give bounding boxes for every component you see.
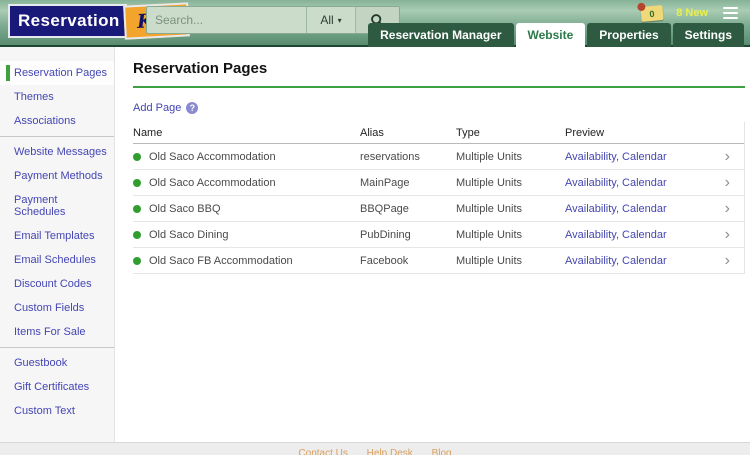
status-dot-icon — [133, 153, 141, 161]
chevron-right-icon[interactable]: › — [725, 175, 730, 191]
status-dot-icon — [133, 231, 141, 239]
add-page-row: Add Page ? — [133, 102, 745, 114]
preview-availability-link[interactable]: Availability, — [565, 151, 619, 163]
header-utilities: 0 8 New — [641, 5, 740, 21]
sidebar-item-custom-fields[interactable]: Custom Fields — [0, 296, 114, 320]
table-row[interactable]: Old Saco Dining PubDining Multiple Units… — [133, 222, 744, 248]
primary-tabs: Reservation Manager Website Properties S… — [368, 23, 744, 47]
page-type: Multiple Units — [456, 177, 565, 189]
app-window: Reservation Key All ▾ 0 8 New — [0, 0, 750, 455]
notes-count: 0 — [649, 8, 655, 18]
page-type: Multiple Units — [456, 203, 565, 215]
column-header-type: Type — [456, 127, 565, 139]
page-name: Old Saco Accommodation — [149, 177, 276, 189]
menu-icon[interactable] — [721, 5, 740, 21]
tab-website[interactable]: Website — [516, 23, 586, 47]
page-type: Multiple Units — [456, 255, 565, 267]
sidebar-divider — [0, 136, 114, 137]
search-bar: All ▾ — [146, 6, 400, 34]
status-dot-icon — [133, 205, 141, 213]
search-scope-label: All — [320, 13, 333, 27]
page-type: Multiple Units — [456, 151, 565, 163]
sidebar-item-website-messages[interactable]: Website Messages — [0, 140, 114, 164]
page-name: Old Saco FB Accommodation — [149, 255, 293, 267]
reservation-pages-table: Name Alias Type Preview Old Saco Accommo… — [133, 122, 745, 274]
footer-blog-link[interactable]: Blog — [432, 448, 452, 455]
page-title: Reservation Pages — [133, 60, 745, 77]
page-alias: PubDining — [360, 229, 456, 241]
status-dot-icon — [133, 179, 141, 187]
chevron-right-icon[interactable]: › — [725, 201, 730, 217]
preview-availability-link[interactable]: Availability, — [565, 177, 619, 189]
footer-links: Contact Us Help Desk Blog — [0, 448, 750, 455]
preview-calendar-link[interactable]: Calendar — [622, 177, 667, 189]
sidebar-item-themes[interactable]: Themes — [0, 85, 114, 109]
sidebar-item-custom-text[interactable]: Custom Text — [0, 399, 114, 423]
page-type: Multiple Units — [456, 229, 565, 241]
table-row[interactable]: Old Saco FB Accommodation Facebook Multi… — [133, 248, 744, 274]
top-header: Reservation Key All ▾ 0 8 New — [0, 0, 750, 47]
chevron-right-icon[interactable]: › — [725, 253, 730, 269]
page-name: Old Saco Accommodation — [149, 151, 276, 163]
page-alias: Facebook — [360, 255, 456, 267]
column-header-preview: Preview — [565, 127, 706, 139]
footer-helpdesk-link[interactable]: Help Desk — [367, 448, 413, 455]
footer-contact-link[interactable]: Contact Us — [298, 448, 347, 455]
sidebar-item-associations[interactable]: Associations — [0, 109, 114, 133]
table-row[interactable]: Old Saco BBQ BBQPage Multiple Units Avai… — [133, 196, 744, 222]
search-input[interactable] — [147, 7, 306, 33]
sidebar-item-guestbook[interactable]: Guestbook — [0, 351, 114, 375]
add-page-link[interactable]: Add Page — [133, 102, 181, 114]
table-row[interactable]: Old Saco Accommodation MainPage Multiple… — [133, 170, 744, 196]
sidebar-item-reservation-pages[interactable]: Reservation Pages — [0, 61, 114, 85]
preview-calendar-link[interactable]: Calendar — [622, 255, 667, 267]
search-scope-dropdown[interactable]: All ▾ — [306, 7, 355, 33]
title-underline — [133, 86, 745, 88]
preview-availability-link[interactable]: Availability, — [565, 255, 619, 267]
table-row[interactable]: Old Saco Accommodation reservations Mult… — [133, 144, 744, 170]
sidebar-item-email-templates[interactable]: Email Templates — [0, 224, 114, 248]
tab-reservation-manager[interactable]: Reservation Manager — [368, 23, 513, 47]
chevron-right-icon[interactable]: › — [725, 149, 730, 165]
preview-calendar-link[interactable]: Calendar — [622, 229, 667, 241]
main-content: Reservation Pages Add Page ? Name Alias … — [115, 47, 750, 442]
page-alias: reservations — [360, 151, 456, 163]
page-alias: MainPage — [360, 177, 456, 189]
sidebar: Reservation Pages Themes Associations We… — [0, 47, 115, 442]
sidebar-item-gift-certificates[interactable]: Gift Certificates — [0, 375, 114, 399]
notes-icon[interactable]: 0 — [641, 5, 664, 22]
column-header-alias: Alias — [360, 127, 456, 139]
status-dot-icon — [133, 257, 141, 265]
preview-availability-link[interactable]: Availability, — [565, 203, 619, 215]
new-items-link[interactable]: 8 New — [676, 7, 708, 19]
chevron-down-icon: ▾ — [338, 16, 342, 25]
page-name: Old Saco Dining — [149, 229, 229, 241]
page-name: Old Saco BBQ — [149, 203, 221, 215]
sidebar-item-discount-codes[interactable]: Discount Codes — [0, 272, 114, 296]
table-header-row: Name Alias Type Preview — [133, 122, 744, 144]
sidebar-item-email-schedules[interactable]: Email Schedules — [0, 248, 114, 272]
sidebar-item-payment-schedules[interactable]: Payment Schedules — [0, 188, 114, 224]
footer: Contact Us Help Desk Blog — [0, 442, 750, 455]
help-icon[interactable]: ? — [186, 102, 198, 114]
sidebar-item-payment-methods[interactable]: Payment Methods — [0, 164, 114, 188]
tab-properties[interactable]: Properties — [587, 23, 670, 47]
sidebar-divider — [0, 347, 114, 348]
column-header-name: Name — [133, 127, 360, 139]
preview-availability-link[interactable]: Availability, — [565, 229, 619, 241]
logo-text-reservation: Reservation — [8, 4, 127, 38]
tab-settings[interactable]: Settings — [673, 23, 744, 47]
preview-calendar-link[interactable]: Calendar — [622, 203, 667, 215]
preview-calendar-link[interactable]: Calendar — [622, 151, 667, 163]
chevron-right-icon[interactable]: › — [725, 227, 730, 243]
pin-icon — [637, 2, 646, 11]
sidebar-item-items-for-sale[interactable]: Items For Sale — [0, 320, 114, 344]
page-alias: BBQPage — [360, 203, 456, 215]
